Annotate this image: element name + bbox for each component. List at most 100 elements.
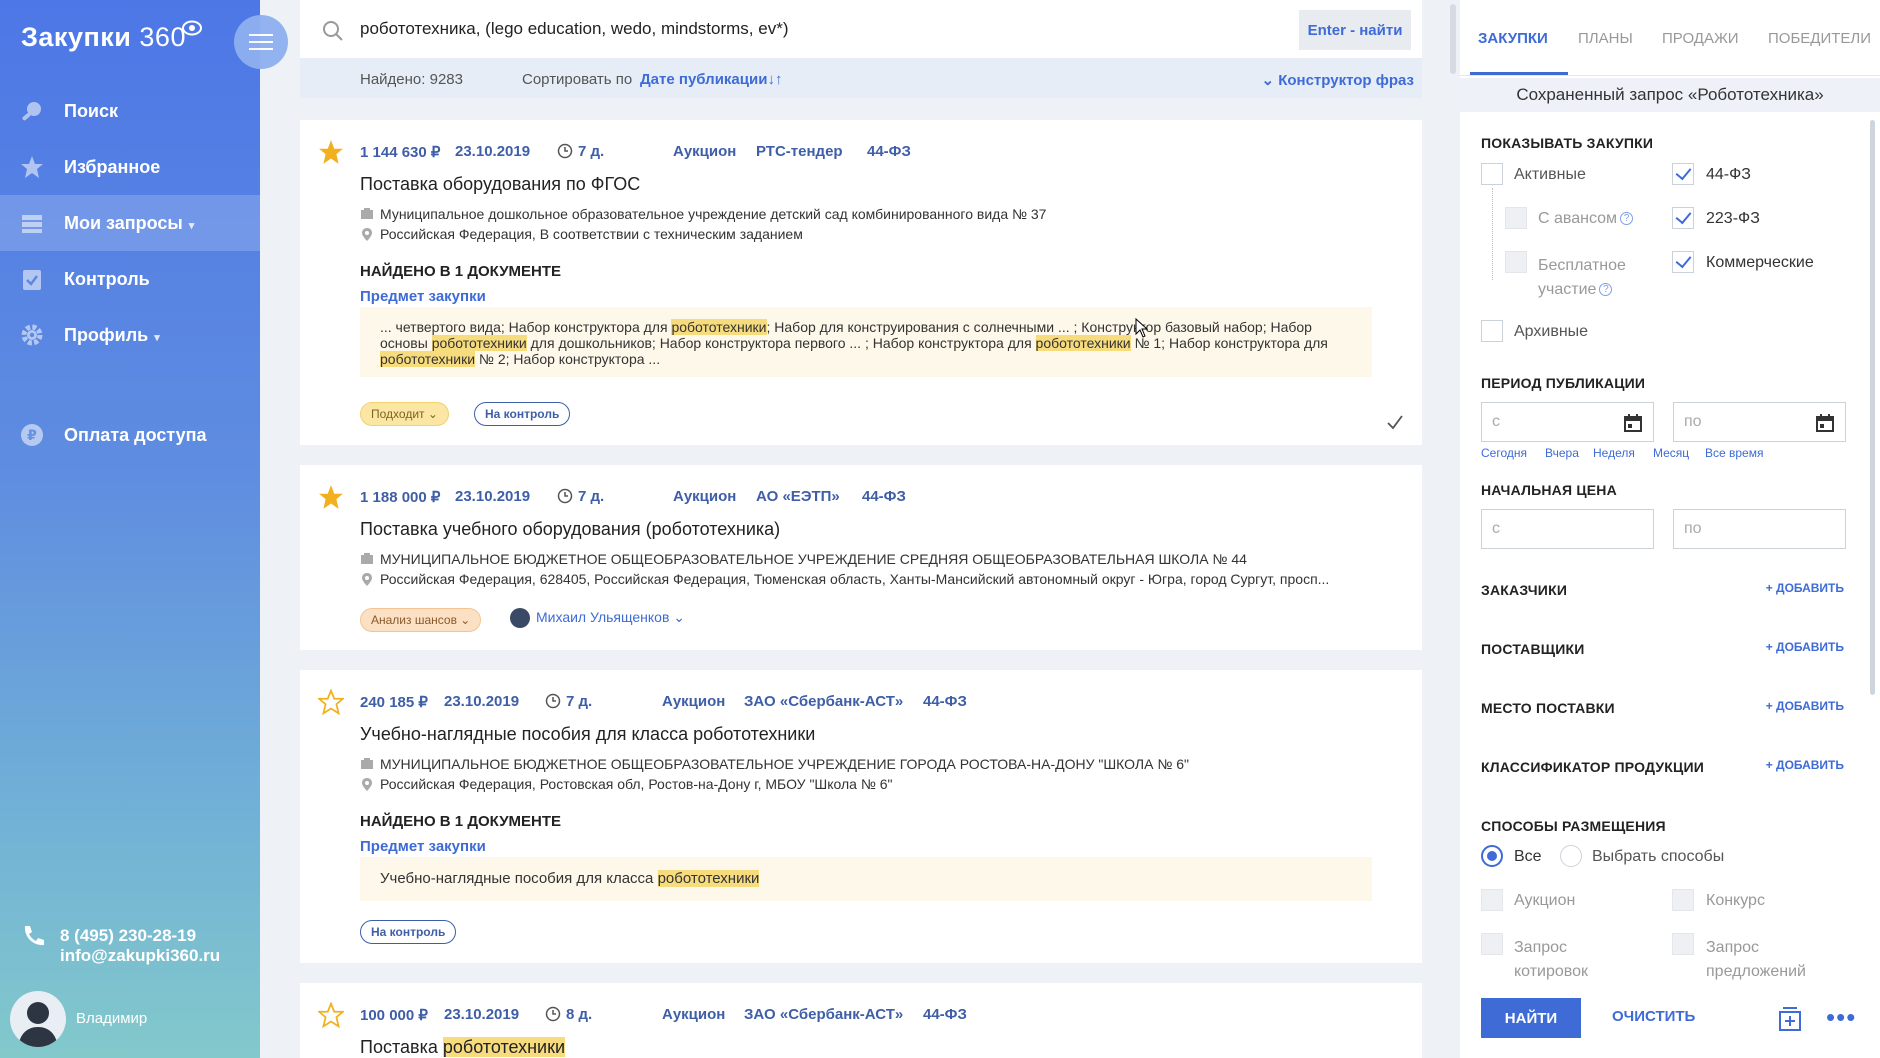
quick-today[interactable]: Сегодня: [1481, 446, 1527, 460]
star-outline-icon[interactable]: [318, 1002, 344, 1028]
star-filled-icon[interactable]: [318, 139, 344, 165]
sort-label: Сортировать по: [522, 71, 633, 88]
phrase-constructor-toggle[interactable]: ⌄ Конструктор фраз: [1261, 71, 1414, 89]
save-query-icon[interactable]: [1776, 1004, 1804, 1032]
tender-price: 100 000 ₽: [360, 1007, 428, 1024]
add-supplier-button[interactable]: + ДОБАВИТЬ: [1766, 640, 1844, 654]
star-outline-icon[interactable]: [318, 689, 344, 715]
tab-plans[interactable]: ПЛАНЫ: [1578, 30, 1633, 47]
phone-number[interactable]: 8 (495) 230-28-19: [60, 926, 220, 946]
tender-platform[interactable]: АО «ЕЭТП»: [756, 488, 840, 505]
to-control-button[interactable]: На контроль: [360, 920, 457, 944]
menu-toggle-button[interactable]: [234, 15, 288, 69]
checkbox-quotation-request[interactable]: [1481, 933, 1503, 955]
tender-card[interactable]: 100 000 ₽ 23.10.2019 8 д. Аукцион ЗАО «С…: [300, 983, 1422, 1058]
date-from-input[interactable]: с: [1481, 402, 1654, 442]
calendar-icon[interactable]: [1623, 413, 1643, 433]
checkbox-label: Аукцион: [1514, 892, 1576, 909]
tender-organization[interactable]: МУНИЦИПАЛЬНОЕ БЮДЖЕТНОЕ ОБЩЕОБРАЗОВАТЕЛЬ…: [360, 756, 1189, 772]
price-from-input[interactable]: с: [1481, 509, 1654, 549]
assigned-user[interactable]: Михаил Ульященков ⌄: [510, 608, 685, 628]
section-placement-methods: СПОСОБЫ РАЗМЕЩЕНИЯ: [1481, 818, 1666, 834]
search-input[interactable]: [360, 10, 1290, 48]
nav-my-queries[interactable]: Мои запросы ▾: [0, 195, 260, 251]
tab-purchases[interactable]: ЗАКУПКИ: [1478, 30, 1548, 47]
add-customer-button[interactable]: + ДОБАВИТЬ: [1766, 581, 1844, 595]
ruble-coin-icon: ₽: [21, 424, 43, 446]
results-count: Найдено: 9283: [360, 71, 463, 88]
clock-icon: [545, 693, 561, 709]
checkbox-commercial[interactable]: [1672, 251, 1694, 273]
tender-platform[interactable]: РТС-тендер: [756, 143, 843, 160]
logo[interactable]: Закупки 360: [21, 22, 186, 53]
tender-card[interactable]: 240 185 ₽ 23.10.2019 7 д. Аукцион ЗАО «С…: [300, 670, 1422, 963]
subject-link[interactable]: Предмет закупки: [360, 838, 486, 855]
user-name[interactable]: Владимир: [76, 1010, 147, 1027]
eye-icon[interactable]: [182, 20, 202, 36]
avatar[interactable]: [10, 991, 66, 1047]
checkbox-free-participation[interactable]: [1505, 251, 1527, 273]
tender-date: 23.10.2019: [444, 693, 520, 710]
quick-week[interactable]: Неделя: [1593, 446, 1635, 460]
tender-platform[interactable]: ЗАО «Сбербанк-АСТ»: [744, 693, 903, 710]
status-suitable-dropdown[interactable]: Подходит ⌄: [360, 402, 449, 426]
panel-scrollbar[interactable]: [1870, 120, 1875, 695]
search-submit-button[interactable]: Enter - найти: [1299, 10, 1411, 50]
checkbox-auction[interactable]: [1481, 889, 1503, 911]
nav-control[interactable]: Контроль: [0, 251, 260, 307]
help-icon[interactable]: ?: [1620, 212, 1634, 225]
tab-sales[interactable]: ПРОДАЖИ: [1662, 30, 1739, 47]
nav-payment[interactable]: ₽ Оплата доступа: [0, 407, 260, 463]
radio-all-methods[interactable]: [1481, 845, 1503, 867]
checkbox-223fz[interactable]: [1672, 207, 1694, 229]
help-icon[interactable]: ?: [1599, 283, 1613, 296]
mouse-cursor-icon: [1135, 318, 1149, 338]
checkbox-contest[interactable]: [1672, 889, 1694, 911]
calendar-icon[interactable]: [1815, 413, 1835, 433]
tender-type: Аукцион: [673, 143, 737, 160]
tender-title[interactable]: Учебно-наглядные пособия для класса робо…: [360, 724, 815, 745]
email-link[interactable]: info@zakupki360.ru: [60, 946, 220, 966]
nav-label: Оплата доступа: [64, 424, 207, 445]
tender-title[interactable]: Поставка робототехники: [360, 1037, 566, 1058]
more-options-button[interactable]: •••: [1826, 1004, 1856, 1030]
nav-search[interactable]: Поиск: [0, 83, 260, 139]
tender-date: 23.10.2019: [444, 1006, 520, 1023]
radio-choose-methods[interactable]: [1560, 845, 1582, 867]
date-to-input[interactable]: по: [1673, 402, 1846, 442]
subject-link[interactable]: Предмет закупки: [360, 288, 486, 305]
find-button[interactable]: НАЙТИ: [1481, 998, 1581, 1038]
checkbox-advance[interactable]: [1505, 207, 1527, 229]
checkbox-archive[interactable]: [1481, 320, 1503, 342]
tender-organization[interactable]: Муниципальное дошкольное образовательное…: [360, 206, 1046, 222]
to-control-button[interactable]: На контроль: [474, 402, 571, 426]
quick-month[interactable]: Месяц: [1653, 446, 1689, 460]
nav-profile[interactable]: Профиль ▾: [0, 307, 260, 363]
star-filled-icon[interactable]: [318, 484, 344, 510]
quick-all-time[interactable]: Все время: [1705, 446, 1763, 460]
tender-card[interactable]: 1 188 000 ₽ 23.10.2019 7 д. Аукцион АО «…: [300, 465, 1422, 650]
price-to-input[interactable]: по: [1673, 509, 1846, 549]
tender-days: 7 д.: [578, 488, 605, 505]
sort-selector[interactable]: Дате публикации↓↑: [640, 71, 782, 88]
checkbox-proposal-request[interactable]: [1672, 933, 1694, 955]
tender-card[interactable]: 1 144 630 ₽ 23.10.2019 7 д. Аукцион РТС-…: [300, 120, 1422, 445]
add-classifier-button[interactable]: + ДОБАВИТЬ: [1766, 758, 1844, 772]
nav-favorites[interactable]: Избранное: [0, 139, 260, 195]
section-customers: ЗАКАЗЧИКИ: [1481, 582, 1568, 598]
list-scrollbar[interactable]: [1450, 4, 1456, 74]
checkbox-label: Активные: [1514, 166, 1586, 183]
tender-title[interactable]: Поставка оборудования по ФГОС: [360, 174, 640, 195]
user-avatar-icon: [18, 1002, 58, 1047]
tab-winners[interactable]: ПОБЕДИТЕЛИ: [1768, 30, 1871, 47]
tender-organization[interactable]: МУНИЦИПАЛЬНОЕ БЮДЖЕТНОЕ ОБЩЕОБРАЗОВАТЕЛЬ…: [360, 551, 1247, 567]
checkmark-icon[interactable]: [1386, 413, 1404, 431]
checkbox-44fz[interactable]: [1672, 163, 1694, 185]
tender-platform[interactable]: ЗАО «Сбербанк-АСТ»: [744, 1006, 903, 1023]
clear-button[interactable]: ОЧИСТИТЬ: [1612, 1008, 1695, 1025]
tender-title[interactable]: Поставка учебного оборудования (робототе…: [360, 519, 780, 540]
chance-analysis-dropdown[interactable]: Анализ шансов ⌄: [360, 608, 482, 632]
checkbox-active[interactable]: [1481, 163, 1503, 185]
quick-yesterday[interactable]: Вчера: [1545, 446, 1579, 460]
add-delivery-place-button[interactable]: + ДОБАВИТЬ: [1766, 699, 1844, 713]
